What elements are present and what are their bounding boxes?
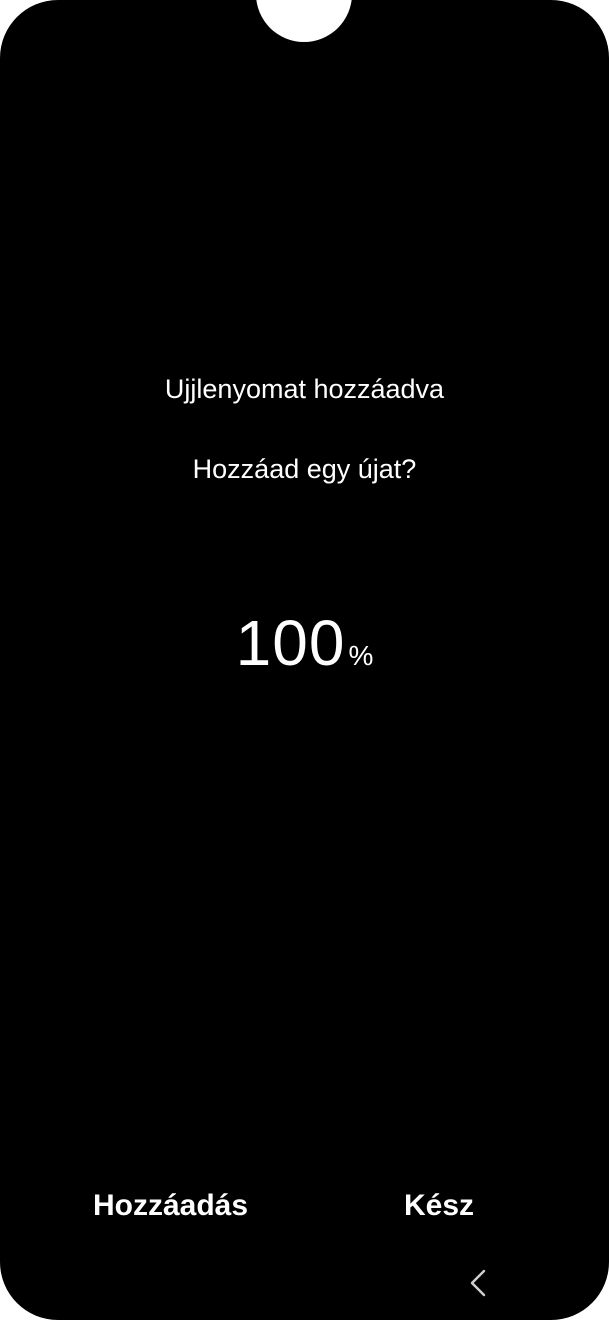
phone-screen: Ujjlenyomat hozzáadva Hozzáad egy újat? … [0, 0, 609, 1320]
progress-readout: 100% [0, 605, 609, 681]
progress-value: 100 [235, 607, 346, 679]
camera-notch [256, 0, 352, 42]
enrollment-subtitle: Hozzáad egy újat? [192, 454, 417, 484]
bottom-action-bar: Hozzáadás Kész [0, 1186, 609, 1230]
navigation-bar [0, 1258, 609, 1308]
add-button[interactable]: Hozzáadás [93, 1186, 248, 1226]
progress-unit: % [348, 640, 374, 671]
enrollment-title: Ujjlenyomat hozzáadva [164, 374, 445, 404]
chevron-left-icon[interactable] [464, 1268, 492, 1298]
done-button[interactable]: Kész [404, 1186, 474, 1226]
